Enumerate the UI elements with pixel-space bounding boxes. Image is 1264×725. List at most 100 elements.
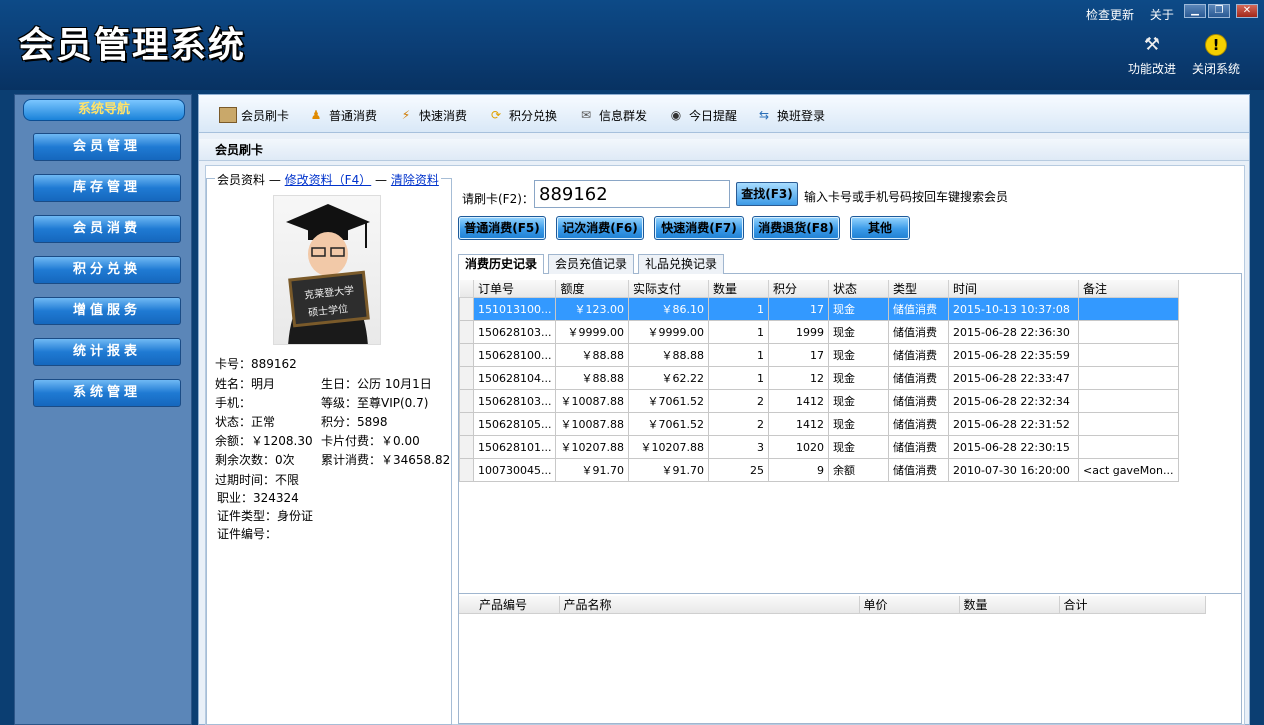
table-cell: 2015-06-28 22:36:30 <box>947 320 1079 344</box>
col-total[interactable]: 合计 <box>1059 596 1206 614</box>
col-type[interactable]: 类型 <box>888 280 949 298</box>
row-indicator[interactable] <box>459 343 474 367</box>
sidebar-item-value-added[interactable]: 增值服务 <box>33 297 181 325</box>
check-update-link[interactable]: 检查更新 <box>1086 8 1134 22</box>
row-indicator[interactable] <box>459 458 474 482</box>
edit-member-link[interactable]: 修改资料（F4） <box>285 173 372 187</box>
sidebar-item-inventory[interactable]: 库存管理 <box>33 174 181 202</box>
table-row[interactable]: 150628100... ￥88.88 ￥88.88 1 17 现金 储值消费 2015-06… <box>459 343 1179 367</box>
table-cell: 储值消费 <box>887 458 949 482</box>
product-detail-table: 产品编号 产品名称 单价 数量 合计 <box>459 596 1206 614</box>
member-expire: 过期时间：不限 <box>215 473 300 487</box>
close-system-button[interactable]: ! 关闭系统 <box>1186 34 1246 77</box>
quick-consume-button[interactable]: 快速消费(F7) <box>654 216 744 240</box>
col-time[interactable]: 时间 <box>948 280 1079 298</box>
table-row[interactable]: 150628103... ￥10087.88 ￥7061.52 2 1412 现金 储值消费… <box>459 389 1179 413</box>
toolbar-label: 会员刷卡 <box>241 108 290 123</box>
toolbar-today-reminder[interactable]: ◉ 今日提醒 <box>667 105 737 125</box>
sidebar-item-system[interactable]: 系统管理 <box>33 379 181 407</box>
other-button[interactable]: 其他 <box>850 216 910 240</box>
table-row[interactable]: 100730045... ￥91.70 ￥91.70 25 9 余额 储值消费 2010-07… <box>459 458 1179 482</box>
table-row[interactable]: 150628103... ￥9999.00 ￥9999.00 1 1999 现金 储值消费 2… <box>459 320 1179 344</box>
title-bar: 会员管理系统 检查更新 关于 ▁ ❐ ✕ ⚒ 功能改进 ! 关闭系统 <box>0 0 1264 90</box>
sidebar-item-points[interactable]: 积分兑换 <box>33 256 181 284</box>
normal-consume-button[interactable]: 普通消费(F5) <box>458 216 546 240</box>
member-level: 等级：至尊VIP(0.7) <box>321 396 429 410</box>
find-button[interactable]: 查找(F3) <box>736 182 798 206</box>
col-product-name[interactable]: 产品名称 <box>559 596 860 614</box>
col-unit-price[interactable]: 单价 <box>859 596 960 614</box>
table-row[interactable]: 151013100... ￥123.00 ￥86.10 1 17 现金 储值消费 2015-1… <box>459 297 1179 321</box>
person-icon: ♟ <box>310 108 322 122</box>
table-cell <box>1077 343 1179 367</box>
toolbar-points-exchange[interactable]: ⟳ 积分兑换 <box>487 105 557 125</box>
tab-consume-history[interactable]: 消费历史记录 <box>458 254 544 275</box>
sidebar-item-member[interactable]: 会员管理 <box>33 133 181 161</box>
search-hint: 输入卡号或手机号码按回车键搜索会员 <box>804 190 1009 204</box>
record-tabs: 消费历史记录 会员充值记录 礼品兑换记录 <box>458 254 1242 275</box>
clear-member-link[interactable]: 清除资料 <box>391 173 439 187</box>
history-table: 订单号 额度 实际支付 数量 积分 状态 类型 时间 备注 151013100.… <box>459 280 1179 482</box>
table-cell: 储值消费 <box>887 320 949 344</box>
toolbar-normal-consume[interactable]: ♟ 普通消费 <box>307 105 377 125</box>
table-row[interactable]: 150628104... ￥88.88 ￥62.22 1 12 现金 储值消费 2015-06… <box>459 366 1179 390</box>
col-amount[interactable]: 额度 <box>555 280 629 298</box>
row-indicator[interactable] <box>459 389 474 413</box>
col-detail-quantity[interactable]: 数量 <box>959 596 1060 614</box>
row-indicator-header <box>459 280 474 298</box>
table-cell: 2 <box>707 389 769 413</box>
minimize-button[interactable]: ▁ <box>1184 4 1206 18</box>
col-note[interactable]: 备注 <box>1078 280 1179 298</box>
col-points[interactable]: 积分 <box>768 280 829 298</box>
row-indicator[interactable] <box>459 412 474 436</box>
row-indicator[interactable] <box>459 366 474 390</box>
clock-icon: ◉ <box>670 108 682 122</box>
row-indicator[interactable] <box>459 297 474 321</box>
table-cell: 2015-06-28 22:30:15 <box>947 435 1079 459</box>
col-order-no[interactable]: 订单号 <box>473 280 557 298</box>
content-area: 会员资料 — 修改资料（F4） — 清除资料 克莱登大学 硕士学位 卡号：889… <box>205 165 1245 725</box>
table-cell: 1412 <box>767 389 829 413</box>
history-header-row: 订单号 额度 实际支付 数量 积分 状态 类型 时间 备注 <box>459 280 1179 298</box>
member-remain-times: 剩余次数：0次 <box>215 453 295 467</box>
col-product-no[interactable]: 产品编号 <box>459 596 560 614</box>
table-row[interactable]: 150628101... ￥10207.88 ￥10207.88 3 1020 现金 储值消… <box>459 435 1179 459</box>
tab-recharge-history[interactable]: 会员充值记录 <box>548 254 634 274</box>
about-link[interactable]: 关于 <box>1150 8 1174 22</box>
table-cell: 150628104... <box>472 366 557 390</box>
col-quantity[interactable]: 数量 <box>708 280 769 298</box>
table-cell: 现金 <box>827 412 889 436</box>
table-row[interactable]: 150628105... ￥10087.88 ￥7061.52 2 1412 现金 储值消费… <box>459 412 1179 436</box>
member-legend: 会员资料 — 修改资料（F4） — 清除资料 <box>215 171 441 188</box>
table-cell: 150628103... <box>472 320 557 344</box>
toolbar-quick-consume[interactable]: ⚡ 快速消费 <box>397 105 467 125</box>
member-id-no: 证件编号： <box>217 527 278 541</box>
table-cell <box>1077 389 1179 413</box>
toolbar-label: 积分兑换 <box>509 108 558 123</box>
table-cell: 现金 <box>827 389 889 413</box>
row-indicator[interactable] <box>459 435 474 459</box>
maximize-button[interactable]: ❐ <box>1208 4 1230 18</box>
toolbar-card-swipe[interactable]: 会员刷卡 <box>219 105 289 125</box>
return-goods-button[interactable]: 消费退货(F8) <box>752 216 840 240</box>
shift-icon: ⇆ <box>758 108 770 122</box>
close-button[interactable]: ✕ <box>1236 4 1258 18</box>
tab-gift-history[interactable]: 礼品兑换记录 <box>638 254 724 274</box>
table-cell: 150628100... <box>472 343 557 367</box>
card-icon <box>219 107 237 123</box>
toolbar-mass-message[interactable]: ✉ 信息群发 <box>577 105 647 125</box>
table-cell: 3 <box>707 435 769 459</box>
history-body: 151013100... ￥123.00 ￥86.10 1 17 现金 储值消费 2015-1… <box>459 297 1179 482</box>
table-cell: 17 <box>767 343 829 367</box>
toolbar-shift-login[interactable]: ⇆ 换班登录 <box>755 105 825 125</box>
col-actual-paid[interactable]: 实际支付 <box>628 280 709 298</box>
sidebar-item-consume[interactable]: 会员消费 <box>33 215 181 243</box>
table-cell: 现金 <box>827 343 889 367</box>
row-indicator[interactable] <box>459 320 474 344</box>
member-info-panel: 会员资料 — 修改资料（F4） — 清除资料 克莱登大学 硕士学位 卡号：889… <box>206 171 452 725</box>
col-status[interactable]: 状态 <box>828 280 889 298</box>
sidebar-item-reports[interactable]: 统计报表 <box>33 338 181 366</box>
improve-button[interactable]: ⚒ 功能改进 <box>1122 34 1182 77</box>
card-search-input[interactable] <box>534 180 730 208</box>
count-consume-button[interactable]: 记次消费(F6) <box>556 216 644 240</box>
